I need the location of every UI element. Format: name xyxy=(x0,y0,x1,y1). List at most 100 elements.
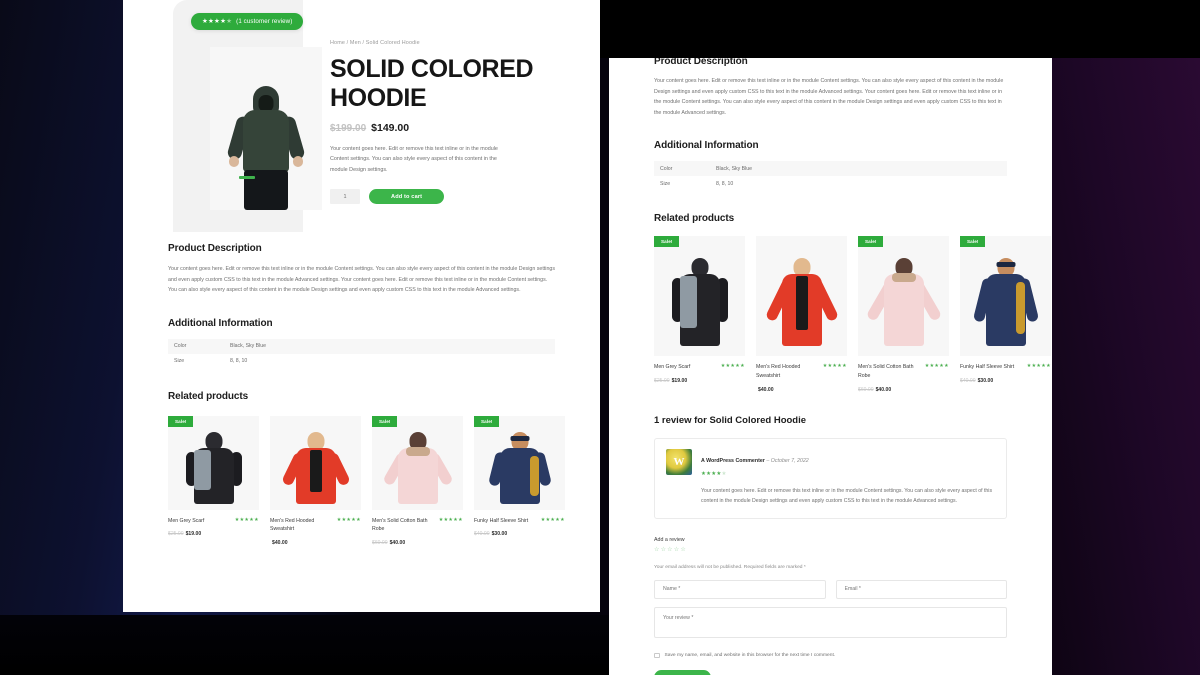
attribute-key: Size xyxy=(174,358,185,365)
related-product-price: $40.00 xyxy=(270,540,361,546)
add-to-cart-button[interactable]: Add to cart xyxy=(369,189,445,205)
price-current: $149.00 xyxy=(371,122,410,134)
save-info-row[interactable]: Save my name, email, and website in this… xyxy=(654,652,1007,659)
product-description-body: Your content goes here. Edit or remove t… xyxy=(168,266,555,294)
review-date: October 7, 2022 xyxy=(770,457,809,464)
rating-stars-icon: ★★★★★ xyxy=(336,516,361,523)
related-product-name[interactable]: Men's Red Hooded Sweatshirt xyxy=(756,363,819,380)
rating-stars-icon: ★★★★★ xyxy=(701,470,727,477)
related-products-grid: Sale! Men Grey Scarf ★★★★★ $25.00$19.00 xyxy=(654,236,1051,393)
review-form: Add a review ☆☆☆☆☆ Your email address wi… xyxy=(654,537,1007,675)
price-original: $40.00 xyxy=(474,531,490,538)
related-product-name[interactable]: Men Grey Scarf xyxy=(168,517,204,526)
list-item[interactable]: Sale! Men Grey Scarf ★★★★★ $25.00 $19.00 xyxy=(168,415,259,546)
sale-badge: Sale! xyxy=(960,236,986,248)
related-product-name[interactable]: Men's Solid Cotton Bath Robe xyxy=(372,517,435,534)
name-field[interactable] xyxy=(654,579,826,599)
related-product-image[interactable]: Sale! xyxy=(372,415,463,510)
email-field[interactable] xyxy=(835,579,1007,599)
product-description-heading: Product Description xyxy=(168,243,262,254)
rating-stars-icon: ★★★★★ xyxy=(540,516,565,523)
product-description-body: Your content goes here. Edit or remove t… xyxy=(654,78,1004,116)
related-product-image[interactable] xyxy=(756,236,847,357)
rating-stars-icon: ★★★★★ xyxy=(234,516,259,523)
related-product-name[interactable]: Men's Solid Cotton Bath Robe xyxy=(858,363,921,380)
sale-badge: Sale! xyxy=(372,415,398,427)
list-item[interactable]: Sale! Funky Half Sleeve Shirt ★★★★★ $40.… xyxy=(474,415,565,546)
product-description-heading: Product Description xyxy=(654,58,748,66)
price-current: $40.00 xyxy=(272,539,288,546)
attribute-value: Black, Sky Blue xyxy=(710,161,1007,177)
customer-review-badge-label: (1 customer review) xyxy=(236,17,293,25)
rating-stars-icon: ★★★★★ xyxy=(438,516,463,523)
product-summary: Home / Men / Solid Colored Hoodie SOLID … xyxy=(330,40,575,205)
list-item[interactable]: Sale! Men's Solid Cotton Bath Robe ★★★★★… xyxy=(372,415,463,546)
related-product-price: $40.00 $30.00 xyxy=(960,378,1051,384)
save-info-checkbox[interactable] xyxy=(654,652,660,659)
attribute-key: Size xyxy=(660,180,671,187)
review-textarea[interactable] xyxy=(654,606,1007,638)
review-item: A WordPress Commenter – October 7, 2022 … xyxy=(654,437,1007,519)
related-product-name[interactable]: Funky Half Sleeve Shirt xyxy=(474,517,528,526)
left-panel-body: Product Description Your content goes he… xyxy=(123,243,600,546)
price-original: $25.00 xyxy=(654,377,670,384)
price-original: $60.00 xyxy=(372,539,388,546)
related-product-image[interactable] xyxy=(270,415,361,510)
rating-stars-icon: ★★★★★ xyxy=(202,18,233,25)
price-original: $40.00 xyxy=(960,377,976,384)
list-item[interactable]: Men's Red Hooded Sweatshirt ★★★★★ $40.00 xyxy=(270,415,361,546)
related-product-price: $25.00 $19.00 xyxy=(654,378,745,384)
add-to-cart-row: Add to cart xyxy=(330,189,575,205)
related-product-image[interactable]: Sale! xyxy=(654,236,745,357)
sale-badge: Sale! xyxy=(474,415,500,427)
customer-review-badge[interactable]: ★★★★★ (1 customer review) xyxy=(191,13,304,30)
related-product-name[interactable]: Men's Red Hooded Sweatshirt xyxy=(270,517,333,534)
product-main-image[interactable] xyxy=(210,47,322,210)
related-product-price: $40.00 $30.00 xyxy=(474,531,565,537)
price-current: $30.00 xyxy=(491,531,508,538)
product-page-panel-right: Product Description Your content goes he… xyxy=(609,58,1052,675)
related-product-image[interactable]: Sale! xyxy=(474,415,565,510)
list-item[interactable]: Sale! Men Grey Scarf ★★★★★ $25.00 $19.00 xyxy=(654,236,745,392)
rating-input-stars-icon[interactable]: ☆☆☆☆☆ xyxy=(654,546,1007,553)
additional-information-table: Color Black, Sky Blue Size 8, 8, 10 xyxy=(168,338,555,369)
submit-button[interactable]: Submit xyxy=(654,670,711,675)
list-item[interactable]: Men's Red Hooded Sweatshirt ★★★★★ $40.00 xyxy=(756,236,847,393)
list-item[interactable]: Sale! Funky Half Sleeve Shirt ★★★★★ $40.… xyxy=(960,236,1051,392)
hoodie-model-illustration xyxy=(226,82,306,210)
sale-badge: Sale! xyxy=(168,415,194,427)
price-current: $40.00 xyxy=(389,539,406,546)
related-products-heading: Related products xyxy=(654,213,735,225)
name-email-row xyxy=(654,579,1007,599)
related-product-image[interactable]: Sale! xyxy=(960,236,1051,357)
related-product-price: $25.00 $19.00 xyxy=(168,531,259,537)
quantity-input[interactable] xyxy=(330,189,360,205)
backdrop-top-band xyxy=(600,0,1200,58)
related-product-price: $40.00 xyxy=(756,387,847,393)
price-current: $40.00 xyxy=(758,386,774,393)
rating-stars-icon: ★★★★★ xyxy=(1026,363,1051,370)
rating-stars-icon: ★★★★★ xyxy=(822,363,847,370)
page-title: SOLID COLORED HOODIE xyxy=(330,55,534,112)
table-row: Color Black, Sky Blue xyxy=(654,161,1007,177)
additional-information-table: Color Black, Sky Blue Size 8, 8, 10 xyxy=(654,161,1007,191)
related-product-price: $60.00 $40.00 xyxy=(858,387,949,393)
related-product-image[interactable]: Sale! xyxy=(858,236,949,357)
price-current: $19.00 xyxy=(185,531,202,538)
price-current: $30.00 xyxy=(977,377,994,384)
product-short-description: Your content goes here. Edit or remove t… xyxy=(330,146,498,173)
review-body: Your content goes here. Edit or remove t… xyxy=(701,487,993,504)
sale-badge: Sale! xyxy=(654,236,680,248)
related-product-image[interactable]: Sale! xyxy=(168,415,259,510)
related-product-price: $60.00 $40.00 xyxy=(372,540,463,546)
related-product-name[interactable]: Men Grey Scarf xyxy=(654,363,690,372)
price-original: $25.00 xyxy=(168,531,184,538)
rating-stars-icon: ★★★★★ xyxy=(924,363,949,370)
list-item[interactable]: Sale! Men's Solid Cotton Bath Robe ★★★★★… xyxy=(858,236,949,393)
table-row: Color Black, Sky Blue xyxy=(168,338,555,354)
related-product-name[interactable]: Funky Half Sleeve Shirt xyxy=(960,363,1014,372)
price-current: $40.00 xyxy=(875,386,892,393)
breadcrumb[interactable]: Home / Men / Solid Colored Hoodie xyxy=(330,40,575,46)
related-products-heading: Related products xyxy=(168,390,249,402)
sale-badge: Sale! xyxy=(858,236,884,248)
